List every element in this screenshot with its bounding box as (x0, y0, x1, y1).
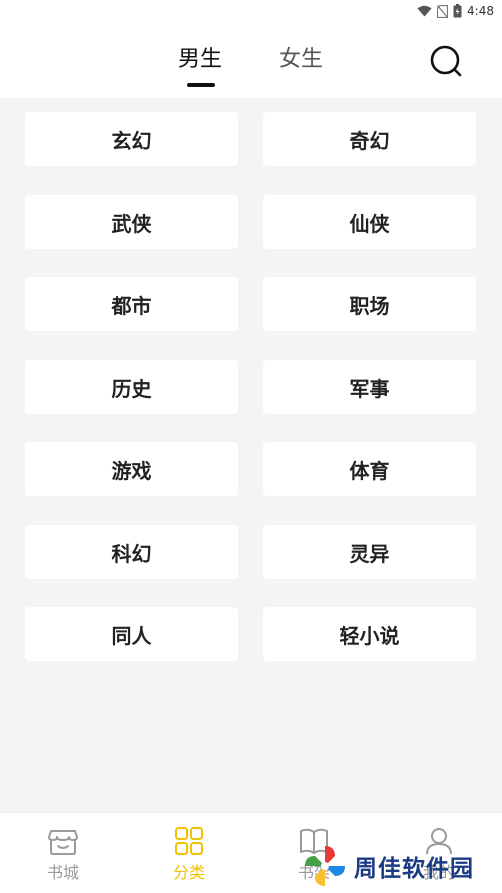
no-sim-icon (437, 4, 449, 18)
category-card[interactable]: 仙侠 (263, 195, 476, 249)
bookstore-icon (48, 830, 78, 855)
category-card[interactable]: 武侠 (25, 195, 238, 249)
status-icons: 4:48 (417, 3, 494, 19)
tab-female[interactable]: 女生 (279, 47, 323, 73)
nav-item-bookstore[interactable]: 书城 (0, 813, 126, 893)
status-time: 4:48 (467, 4, 494, 18)
battery-icon (453, 4, 462, 18)
category-card[interactable]: 体育 (263, 442, 476, 496)
category-card[interactable]: 历史 (25, 360, 238, 414)
category-card[interactable]: 职场 (263, 277, 476, 331)
nav-label: 分类 (172, 863, 205, 882)
nav-item-category[interactable]: 分类 (126, 813, 252, 893)
wifi-icon (417, 5, 432, 17)
category-grid-icon (175, 827, 203, 855)
category-card[interactable]: 奇幻 (263, 112, 476, 166)
search-button[interactable] (428, 43, 464, 79)
status-bar: 4:48 (0, 0, 502, 22)
watermark-text: 周佳软件园 (354, 856, 474, 882)
category-card[interactable]: 灵异 (263, 525, 476, 579)
category-card[interactable]: 科幻 (25, 525, 238, 579)
top-header: 男生 女生 (0, 22, 502, 98)
category-card[interactable]: 游戏 (25, 442, 238, 496)
category-card[interactable]: 同人 (25, 607, 238, 661)
active-tab-indicator (187, 83, 215, 87)
nav-label: 书城 (46, 863, 79, 882)
category-card[interactable]: 军事 (263, 360, 476, 414)
category-card[interactable]: 都市 (25, 277, 238, 331)
category-card[interactable]: 轻小说 (263, 607, 476, 661)
category-grid: 玄幻 奇幻 武侠 仙侠 都市 职场 历史 军事 游戏 体育 科幻 灵异 同人 轻… (0, 98, 502, 812)
watermark: 周佳软件园 (302, 842, 500, 890)
category-card[interactable]: 玄幻 (25, 112, 238, 166)
tab-male[interactable]: 男生 (178, 47, 222, 73)
search-icon (430, 45, 462, 77)
pinwheel-logo-icon (305, 846, 345, 886)
